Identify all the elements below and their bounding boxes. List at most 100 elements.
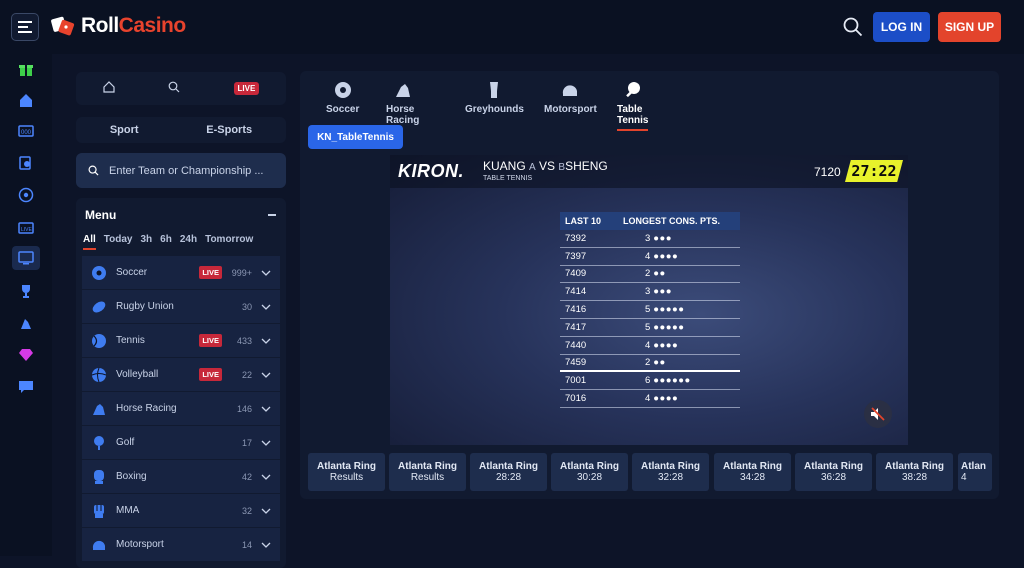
menu-collapse-icon[interactable] [268, 214, 276, 216]
rail-virtual[interactable] [12, 151, 40, 175]
event-card[interactable]: Atlanta Ring 34:28 [714, 453, 791, 491]
sport-list: Soccer LIVE 999+ Rugby Union 30 Tennis L… [82, 256, 280, 562]
tab-label: Soccer [326, 104, 360, 115]
gift-icon [19, 65, 33, 76]
filter-all[interactable]: All [83, 234, 96, 250]
menu-title: Menu [85, 208, 117, 222]
kiron-logo: KIRON. [398, 161, 464, 181]
rail-racing[interactable] [12, 311, 40, 335]
helmet-icon [90, 536, 108, 554]
table-row: 7440 4 ●●●● [560, 337, 740, 355]
table-row: 7397 4 ●●●● [560, 248, 740, 266]
filter-tomorrow[interactable]: Tomorrow [205, 234, 253, 250]
dice-logo-icon [51, 16, 75, 36]
hamburger-menu-button[interactable] [11, 13, 39, 41]
horse-racing-icon [21, 319, 31, 329]
home-icon [103, 80, 115, 93]
quick-live-button[interactable]: LIVE [233, 82, 260, 95]
sport-item-golf[interactable]: Golf 17 [82, 426, 280, 459]
sound-toggle-button[interactable] [864, 400, 892, 428]
tab-greyhounds[interactable]: Greyhounds [465, 81, 524, 115]
event-card[interactable]: Atlanta Ring 28:28 [470, 453, 547, 491]
event-card[interactable]: Atlanta Ring 36:28 [795, 453, 872, 491]
tab-horse-racing[interactable]: Horse Racing [386, 81, 419, 126]
quick-home-button[interactable] [103, 80, 115, 98]
rail-chat[interactable] [12, 375, 40, 399]
volleyball-icon [90, 366, 108, 384]
filter-6h[interactable]: 6h [160, 234, 172, 250]
table-row: 7016 4 ●●●● [560, 390, 740, 408]
filter-today[interactable]: Today [104, 234, 133, 250]
event-card[interactable]: Atlanta Ring Results [389, 453, 466, 491]
event-count: 14 [241, 539, 252, 550]
sports-menu: Menu All Today 3h 6h 24h Tomorrow Soccer… [76, 198, 286, 568]
virtual-sports-panel: Soccer Horse Racing Greyhounds Motorspor… [300, 71, 999, 499]
team-search-input[interactable]: Enter Team or Championship ... [76, 153, 286, 188]
event-count: 433 [236, 335, 252, 346]
rail-scoreboard[interactable]: 000 [12, 119, 40, 143]
event-count: 146 [236, 403, 252, 414]
sport-toggle-esports[interactable]: E-Sports [206, 124, 252, 136]
golf-icon [90, 434, 108, 452]
search-icon [843, 17, 863, 37]
event-count: 30 [241, 301, 252, 312]
rail-soccer[interactable] [12, 183, 40, 207]
event-card[interactable]: Atlan 4 [958, 453, 992, 491]
sport-item-volleyball[interactable]: Volleyball LIVE 22 [82, 358, 280, 391]
trophy-icon [22, 285, 30, 298]
event-card[interactable]: Atlanta Ring 38:28 [876, 453, 953, 491]
provider-button[interactable]: KN_TableTennis [308, 125, 403, 149]
sport-item-tennis[interactable]: Tennis LIVE 433 [82, 324, 280, 357]
top-bar: RollCasino LOG IN SIGN UP [0, 0, 1024, 54]
rail-home[interactable] [12, 88, 40, 112]
login-button[interactable]: LOG IN [873, 12, 930, 42]
filter-3h[interactable]: 3h [141, 234, 153, 250]
sport-item-soccer[interactable]: Soccer LIVE 999+ [82, 256, 280, 289]
ping-pong-paddle-icon [625, 82, 640, 98]
filter-24h[interactable]: 24h [180, 234, 197, 250]
chevron-down-icon [261, 304, 271, 310]
event-card[interactable]: Atlanta Ring Results [308, 453, 385, 491]
tab-label: Table Tennis [617, 104, 649, 126]
rail-virtual-tv[interactable] [12, 246, 40, 270]
quick-search-button[interactable] [168, 80, 180, 98]
video-stream[interactable]: KIRON. KUANG A VS BSHENG TABLE TENNIS 71… [390, 155, 908, 445]
event-card[interactable]: Atlanta Ring 30:28 [551, 453, 628, 491]
horse-racing-icon [90, 400, 108, 418]
sport-item-rugby-union[interactable]: Rugby Union 30 [82, 290, 280, 323]
table-row: 7001 6 ●●●●●● [560, 372, 740, 391]
rail-gift[interactable] [12, 57, 40, 81]
virtual-sports-icon [19, 156, 31, 170]
rugby-ball-icon [90, 298, 108, 316]
upcoming-events-carousel: Atlanta Ring Results Atlanta Ring Results … [308, 453, 992, 491]
header-search-button[interactable] [843, 17, 863, 42]
event-count: 17 [241, 437, 252, 448]
tab-table-tennis[interactable]: Table Tennis [617, 81, 649, 131]
brand-name: RollCasino [81, 14, 186, 37]
svg-text:LIVE: LIVE [21, 227, 33, 233]
chevron-down-icon [261, 440, 271, 446]
tab-soccer[interactable]: Soccer [326, 81, 359, 115]
rail-diamond[interactable] [12, 343, 40, 367]
table-row: 7392 3 ●●● [560, 230, 740, 248]
chevron-down-icon [261, 338, 271, 344]
svg-text:000: 000 [21, 130, 32, 136]
tab-label: Greyhounds [465, 104, 524, 115]
signup-button[interactable]: SIGN UP [938, 12, 1001, 42]
sport-item-horse-racing[interactable]: Horse Racing 146 [82, 392, 280, 425]
sport-toggle-sport[interactable]: Sport [110, 124, 139, 136]
rail-trophy[interactable] [12, 279, 40, 303]
table-row: 7459 2 ●● [560, 355, 740, 373]
tab-motorsport[interactable]: Motorsport [544, 81, 597, 115]
sport-item-mma[interactable]: MMA 32 [82, 494, 280, 527]
event-card[interactable]: Atlanta Ring 32:28 [632, 453, 709, 491]
sport-item-label: Volleyball [116, 369, 159, 380]
countdown-timer: 27:22 [845, 160, 903, 182]
sport-item-label: Motorsport [116, 539, 164, 550]
sport-item-label: Horse Racing [116, 403, 177, 414]
sport-item-boxing[interactable]: Boxing 42 [82, 460, 280, 493]
tab-label: Horse Racing [386, 104, 420, 126]
brand-logo[interactable]: RollCasino [50, 14, 186, 38]
sport-item-motorsport[interactable]: Motorsport 14 [82, 528, 280, 561]
rail-live[interactable]: LIVE [12, 215, 40, 239]
